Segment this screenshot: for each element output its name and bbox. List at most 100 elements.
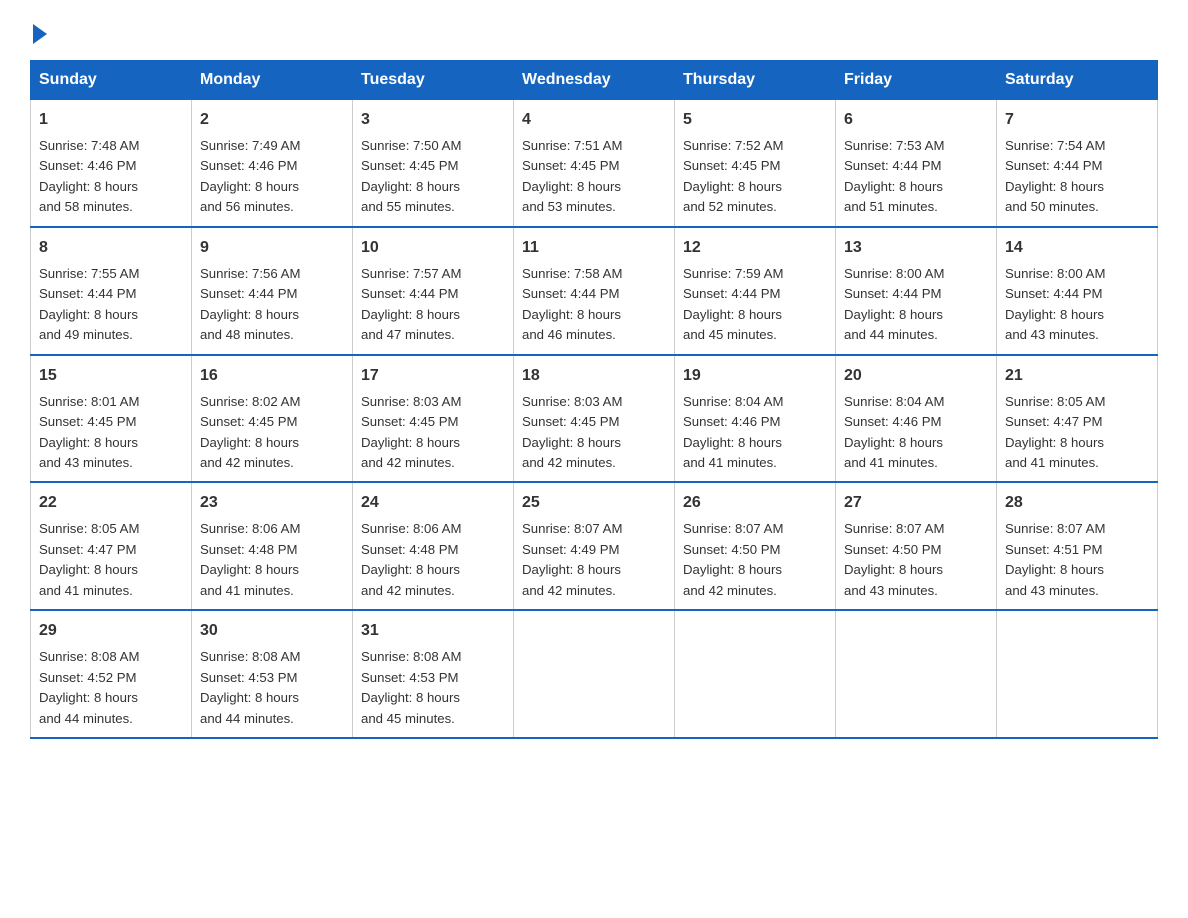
- calendar-cell: 24 Sunrise: 8:06 AMSunset: 4:48 PMDayligh…: [353, 482, 514, 610]
- cell-info: Sunrise: 7:56 AMSunset: 4:44 PMDaylight:…: [200, 266, 300, 342]
- cell-info: Sunrise: 7:58 AMSunset: 4:44 PMDaylight:…: [522, 266, 622, 342]
- day-number: 26: [683, 491, 827, 515]
- cell-info: Sunrise: 7:50 AMSunset: 4:45 PMDaylight:…: [361, 138, 461, 214]
- calendar-cell: 5Sunrise: 7:52 AMSunset: 4:45 PMDaylight…: [675, 100, 836, 227]
- calendar-cell: 28 Sunrise: 8:07 AMSunset: 4:51 PMDayligh…: [997, 482, 1158, 610]
- day-number: 15: [39, 364, 183, 388]
- calendar-table: SundayMondayTuesdayWednesdayThursdayFrid…: [30, 60, 1158, 739]
- calendar-cell: 8Sunrise: 7:55 AMSunset: 4:44 PMDaylight…: [31, 227, 192, 355]
- calendar-cell: 17 Sunrise: 8:03 AMSunset: 4:45 PMDayligh…: [353, 355, 514, 483]
- cell-info: Sunrise: 8:05 AMSunset: 4:47 PMDaylight:…: [1005, 394, 1105, 470]
- calendar-cell: 4Sunrise: 7:51 AMSunset: 4:45 PMDaylight…: [514, 100, 675, 227]
- day-number: 12: [683, 236, 827, 260]
- calendar-cell: 12 Sunrise: 7:59 AMSunset: 4:44 PMDayligh…: [675, 227, 836, 355]
- day-number: 24: [361, 491, 505, 515]
- calendar-cell: 22Sunrise: 8:05 AMSunset: 4:47 PMDayligh…: [31, 482, 192, 610]
- cell-info: Sunrise: 8:07 AMSunset: 4:50 PMDaylight:…: [844, 521, 944, 597]
- calendar-cell: [836, 610, 997, 738]
- calendar-week-row: 15 Sunrise: 8:01 AMSunset: 4:45 PMDayligh…: [31, 355, 1158, 483]
- calendar-week-row: 8Sunrise: 7:55 AMSunset: 4:44 PMDaylight…: [31, 227, 1158, 355]
- day-number: 18: [522, 364, 666, 388]
- calendar-cell: 19 Sunrise: 8:04 AMSunset: 4:46 PMDayligh…: [675, 355, 836, 483]
- day-number: 10: [361, 236, 505, 260]
- calendar-cell: [675, 610, 836, 738]
- day-number: 7: [1005, 108, 1149, 132]
- day-number: 13: [844, 236, 988, 260]
- calendar-cell: 18 Sunrise: 8:03 AMSunset: 4:45 PMDayligh…: [514, 355, 675, 483]
- calendar-cell: 7Sunrise: 7:54 AMSunset: 4:44 PMDaylight…: [997, 100, 1158, 227]
- cell-info: Sunrise: 8:08 AMSunset: 4:53 PMDaylight:…: [361, 649, 461, 725]
- calendar-week-row: 29Sunrise: 8:08 AMSunset: 4:52 PMDayligh…: [31, 610, 1158, 738]
- day-number: 2: [200, 108, 344, 132]
- calendar-cell: 1 Sunrise: 7:48 AMSunset: 4:46 PMDaylight…: [31, 100, 192, 227]
- calendar-cell: 27 Sunrise: 8:07 AMSunset: 4:50 PMDayligh…: [836, 482, 997, 610]
- calendar-cell: 2Sunrise: 7:49 AMSunset: 4:46 PMDaylight…: [192, 100, 353, 227]
- cell-info: Sunrise: 7:52 AMSunset: 4:45 PMDaylight:…: [683, 138, 783, 214]
- day-number: 14: [1005, 236, 1149, 260]
- calendar-cell: 21 Sunrise: 8:05 AMSunset: 4:47 PMDayligh…: [997, 355, 1158, 483]
- calendar-cell: [997, 610, 1158, 738]
- cell-info: Sunrise: 8:01 AMSunset: 4:45 PMDaylight:…: [39, 394, 139, 470]
- calendar-cell: 10Sunrise: 7:57 AMSunset: 4:44 PMDayligh…: [353, 227, 514, 355]
- cell-info: Sunrise: 8:04 AMSunset: 4:46 PMDaylight:…: [844, 394, 944, 470]
- day-number: 21: [1005, 364, 1149, 388]
- day-number: 31: [361, 619, 505, 643]
- calendar-cell: 29Sunrise: 8:08 AMSunset: 4:52 PMDayligh…: [31, 610, 192, 738]
- header-monday: Monday: [192, 61, 353, 100]
- cell-info: Sunrise: 8:03 AMSunset: 4:45 PMDaylight:…: [361, 394, 461, 470]
- calendar-cell: 11Sunrise: 7:58 AMSunset: 4:44 PMDayligh…: [514, 227, 675, 355]
- day-number: 17: [361, 364, 505, 388]
- calendar-cell: 13 Sunrise: 8:00 AMSunset: 4:44 PMDayligh…: [836, 227, 997, 355]
- day-number: 22: [39, 491, 183, 515]
- calendar-cell: 9 Sunrise: 7:56 AMSunset: 4:44 PMDaylight…: [192, 227, 353, 355]
- cell-info: Sunrise: 8:06 AMSunset: 4:48 PMDaylight:…: [361, 521, 461, 597]
- cell-info: Sunrise: 8:06 AMSunset: 4:48 PMDaylight:…: [200, 521, 300, 597]
- header-friday: Friday: [836, 61, 997, 100]
- cell-info: Sunrise: 8:07 AMSunset: 4:50 PMDaylight:…: [683, 521, 783, 597]
- calendar-cell: 14Sunrise: 8:00 AMSunset: 4:44 PMDayligh…: [997, 227, 1158, 355]
- cell-info: Sunrise: 7:48 AMSunset: 4:46 PMDaylight:…: [39, 138, 139, 214]
- day-number: 23: [200, 491, 344, 515]
- day-number: 19: [683, 364, 827, 388]
- header-saturday: Saturday: [997, 61, 1158, 100]
- day-number: 28: [1005, 491, 1149, 515]
- header-tuesday: Tuesday: [353, 61, 514, 100]
- day-number: 3: [361, 108, 505, 132]
- cell-info: Sunrise: 8:07 AMSunset: 4:51 PMDaylight:…: [1005, 521, 1105, 597]
- calendar-cell: [514, 610, 675, 738]
- cell-info: Sunrise: 8:00 AMSunset: 4:44 PMDaylight:…: [844, 266, 944, 342]
- logo: [30, 20, 47, 40]
- header-sunday: Sunday: [31, 61, 192, 100]
- day-number: 29: [39, 619, 183, 643]
- calendar-cell: 23 Sunrise: 8:06 AMSunset: 4:48 PMDayligh…: [192, 482, 353, 610]
- calendar-cell: 30Sunrise: 8:08 AMSunset: 4:53 PMDayligh…: [192, 610, 353, 738]
- day-number: 20: [844, 364, 988, 388]
- calendar-header-row: SundayMondayTuesdayWednesdayThursdayFrid…: [31, 61, 1158, 100]
- cell-info: Sunrise: 8:07 AMSunset: 4:49 PMDaylight:…: [522, 521, 622, 597]
- cell-info: Sunrise: 8:04 AMSunset: 4:46 PMDaylight:…: [683, 394, 783, 470]
- header-wednesday: Wednesday: [514, 61, 675, 100]
- day-number: 1: [39, 108, 183, 132]
- cell-info: Sunrise: 7:55 AMSunset: 4:44 PMDaylight:…: [39, 266, 139, 342]
- page-header: [30, 20, 1158, 40]
- day-number: 25: [522, 491, 666, 515]
- calendar-cell: 15 Sunrise: 8:01 AMSunset: 4:45 PMDayligh…: [31, 355, 192, 483]
- day-number: 4: [522, 108, 666, 132]
- day-number: 6: [844, 108, 988, 132]
- calendar-cell: 25 Sunrise: 8:07 AMSunset: 4:49 PMDayligh…: [514, 482, 675, 610]
- cell-info: Sunrise: 8:02 AMSunset: 4:45 PMDaylight:…: [200, 394, 300, 470]
- day-number: 27: [844, 491, 988, 515]
- day-number: 9: [200, 236, 344, 260]
- header-thursday: Thursday: [675, 61, 836, 100]
- day-number: 30: [200, 619, 344, 643]
- calendar-cell: 26 Sunrise: 8:07 AMSunset: 4:50 PMDayligh…: [675, 482, 836, 610]
- calendar-week-row: 22Sunrise: 8:05 AMSunset: 4:47 PMDayligh…: [31, 482, 1158, 610]
- calendar-cell: 20 Sunrise: 8:04 AMSunset: 4:46 PMDayligh…: [836, 355, 997, 483]
- cell-info: Sunrise: 8:03 AMSunset: 4:45 PMDaylight:…: [522, 394, 622, 470]
- logo-arrow-icon: [33, 24, 47, 44]
- calendar-cell: 3 Sunrise: 7:50 AMSunset: 4:45 PMDaylight…: [353, 100, 514, 227]
- cell-info: Sunrise: 7:59 AMSunset: 4:44 PMDaylight:…: [683, 266, 783, 342]
- calendar-week-row: 1 Sunrise: 7:48 AMSunset: 4:46 PMDaylight…: [31, 100, 1158, 227]
- cell-info: Sunrise: 7:53 AMSunset: 4:44 PMDaylight:…: [844, 138, 944, 214]
- day-number: 16: [200, 364, 344, 388]
